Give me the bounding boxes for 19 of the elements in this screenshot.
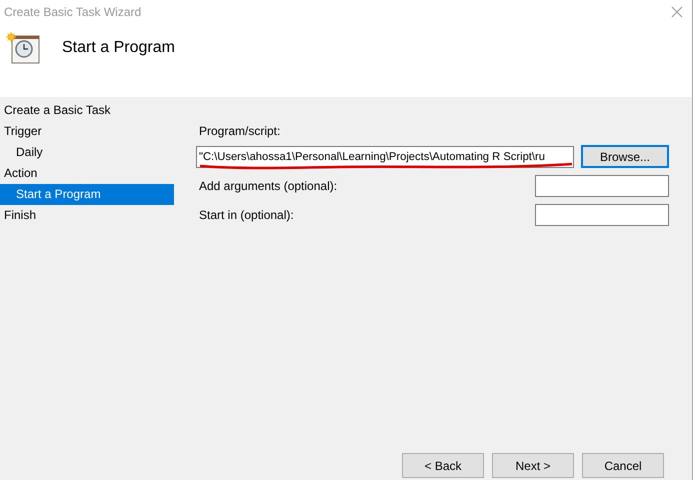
sidebar-item[interactable]: Action [0,163,174,184]
dialog-button[interactable]: < Back [402,453,484,478]
browse-button[interactable]: Browse... [581,145,669,168]
sidebar-item[interactable]: Finish [0,205,174,226]
page-title: Start a Program [62,38,175,56]
sidebar-item[interactable]: Trigger [0,121,174,142]
sidebar-item[interactable]: Daily [0,142,174,163]
field-label: Add arguments (optional): [199,179,338,193]
dialog-button[interactable]: Cancel [582,453,664,478]
sidebar-item[interactable]: Create a Basic Task [0,100,174,121]
clock-icon [6,32,40,64]
input-field[interactable] [535,204,669,226]
dialog-button[interactable]: Next > [492,453,574,478]
field-label: Start in (optional): [199,208,294,222]
field-label: Program/script: [199,124,282,138]
sidebar-item[interactable]: Start a Program [0,184,174,205]
input-field[interactable] [535,175,669,197]
program-field[interactable]: "C:\Users\ahossa1\Personal\Learning\Projects\Automating R Script\ru [196,146,574,168]
window-title: Create Basic Task Wizard [4,5,142,19]
